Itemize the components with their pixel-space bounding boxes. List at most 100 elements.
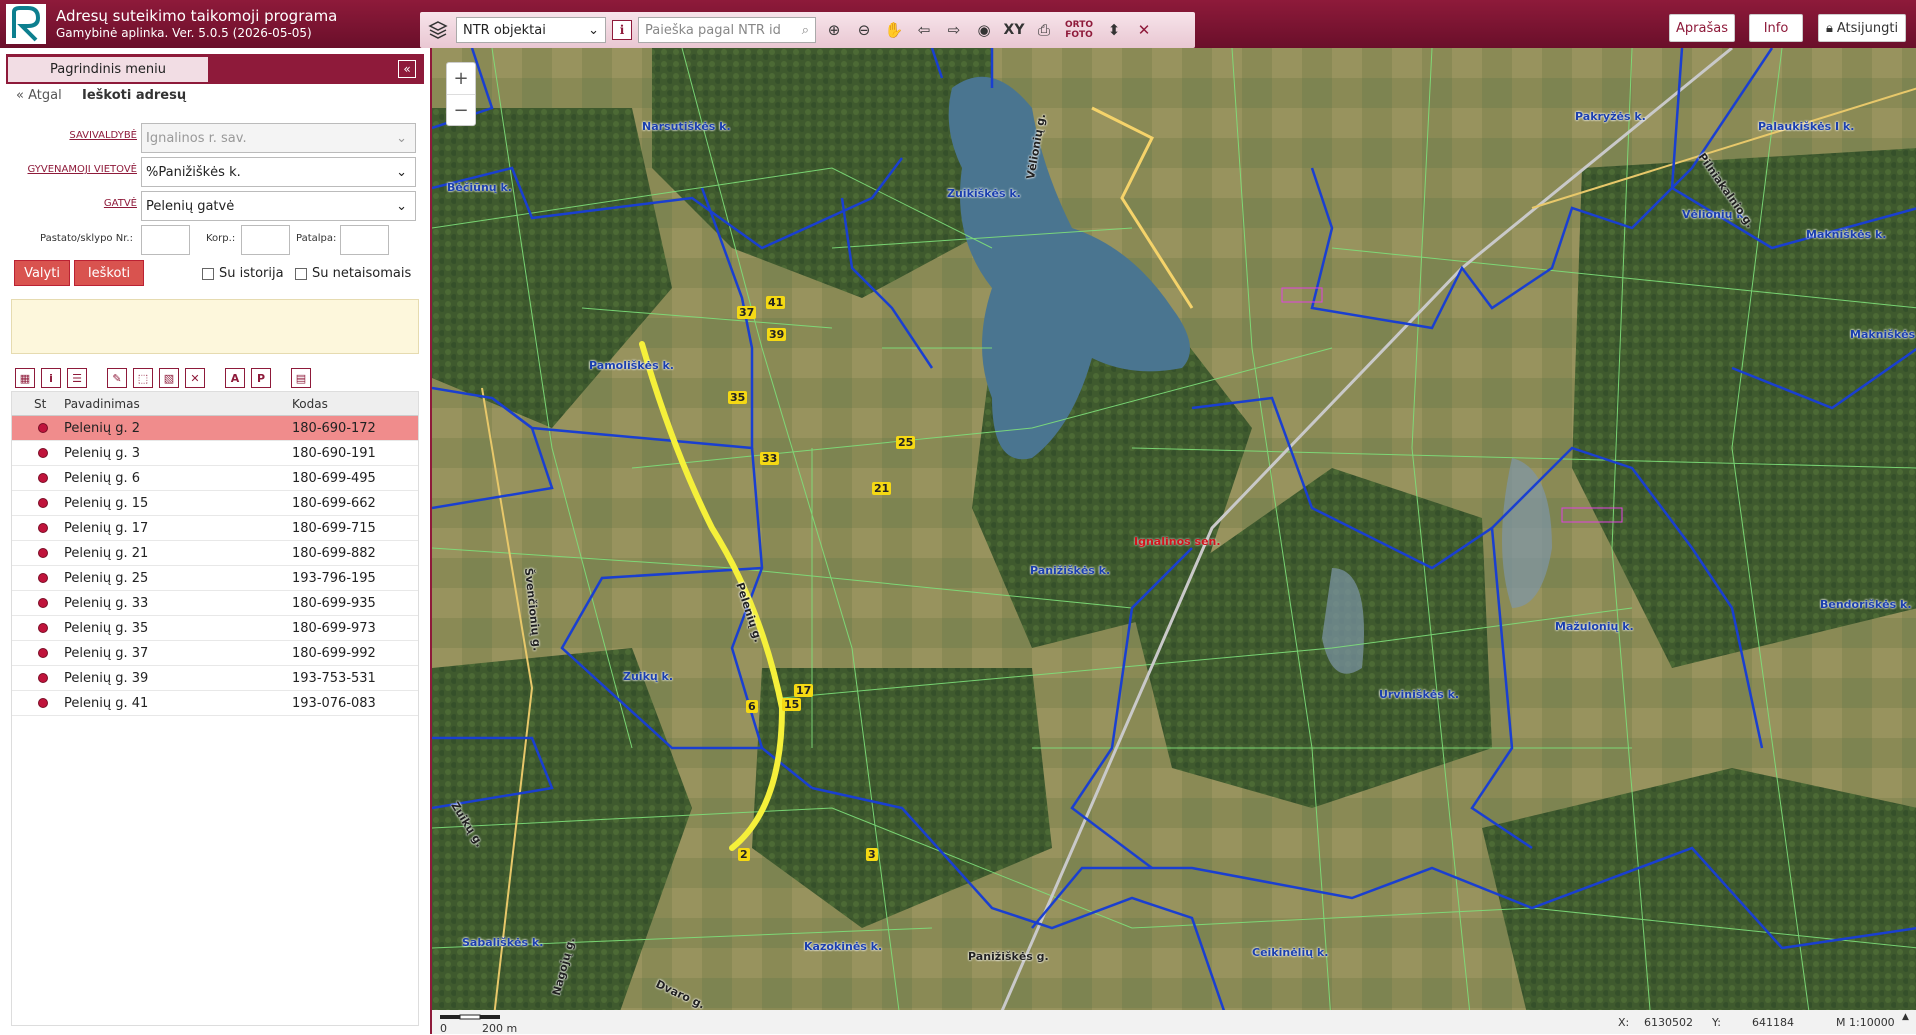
edit-icon[interactable]: ✎: [107, 368, 127, 388]
table-row[interactable]: Pelenių g. 37 180-699-992: [12, 641, 418, 666]
export-table-icon[interactable]: ▤: [291, 368, 311, 388]
house-number[interactable]: 21: [872, 482, 892, 495]
ntr-search-placeholder: Paieška pagal NTR id: [645, 22, 781, 38]
house-number[interactable]: 25: [896, 436, 916, 449]
search-button[interactable]: Ieškoti: [74, 260, 144, 286]
house-number[interactable]: 35: [728, 391, 748, 404]
code-cell: 193-753-531: [292, 670, 376, 686]
zoom-in-icon[interactable]: ⊕: [822, 18, 846, 42]
logout-button[interactable]: 🔒︎ Atsijungti: [1818, 14, 1906, 42]
code-cell: 180-699-973: [292, 620, 376, 636]
house-number[interactable]: 37: [737, 306, 757, 319]
table-row[interactable]: Pelenių g. 33 180-699-935: [12, 591, 418, 616]
status-dot-icon: [38, 448, 48, 458]
layer-select[interactable]: NTR objektai ⌄: [456, 17, 606, 43]
table-row[interactable]: Pelenių g. 6 180-699-495: [12, 466, 418, 491]
list-toolbar: ▦ i ☰ ✎ ⬚ ▧ ✕ A P ▤: [11, 365, 419, 391]
edit-attributes-icon[interactable]: ▧: [159, 368, 179, 388]
name-cell: Pelenių g. 21: [64, 545, 149, 561]
scale-bar-graphic: [440, 1014, 500, 1020]
with-history-label: Su istorija: [219, 266, 284, 281]
menu-bar: Pagrindinis meniu «: [6, 54, 424, 84]
with-history-checkbox[interactable]: Su istorija: [202, 266, 284, 281]
code-cell: 180-699-662: [292, 495, 376, 511]
map-scale[interactable]: M 1:10000: [1836, 1016, 1895, 1029]
forward-arrow-icon[interactable]: ⇨: [942, 18, 966, 42]
print-icon[interactable]: ⎙: [1032, 18, 1056, 42]
savivaldybe-select: Ignalinos r. sav. ⌄: [141, 123, 416, 153]
col-code[interactable]: Kodas: [286, 392, 401, 415]
table-row[interactable]: Pelenių g. 3 180-690-191: [12, 441, 418, 466]
chevron-down-icon: ⌄: [396, 130, 407, 146]
address-p-icon[interactable]: P: [251, 368, 271, 388]
map-view[interactable]: + − Narsutiškės k. Zuikiškės k. Bėčiūnų …: [430, 48, 1916, 1034]
gatve-select[interactable]: Pelenių gatvė ⌄: [141, 191, 416, 221]
gyvenamoji-row: GYVENAMOJI VIETOVĖ %Panižiškės k. ⌄: [0, 155, 430, 187]
col-st[interactable]: St: [12, 392, 54, 415]
close-icon[interactable]: ✕: [1132, 18, 1156, 42]
status-dot-icon: [38, 598, 48, 608]
checkbox-box: [295, 267, 307, 280]
back-arrow-icon[interactable]: ⇦: [912, 18, 936, 42]
table-row[interactable]: Pelenių g. 2 180-690-172: [12, 416, 418, 441]
xy-button[interactable]: XY: [1002, 18, 1026, 42]
house-number[interactable]: 33: [760, 452, 780, 465]
clear-button[interactable]: Valyti: [14, 260, 70, 286]
house-number[interactable]: 17: [794, 684, 814, 697]
back-link[interactable]: « Atgal: [16, 88, 62, 103]
table-row[interactable]: Pelenių g. 35 180-699-973: [12, 616, 418, 641]
house-number[interactable]: 15: [782, 698, 802, 711]
house-number[interactable]: 2: [738, 848, 750, 861]
layers-icon[interactable]: [426, 18, 450, 42]
code-cell: 180-699-882: [292, 545, 376, 561]
details-icon[interactable]: ☰: [67, 368, 87, 388]
house-number[interactable]: 6: [746, 700, 758, 713]
with-unfixable-checkbox[interactable]: Su netaisomais: [295, 266, 411, 281]
edit-geometry-icon[interactable]: ⬚: [133, 368, 153, 388]
address-a-icon[interactable]: A: [225, 368, 245, 388]
patalpa-input[interactable]: [340, 225, 389, 255]
col-name[interactable]: Pavadinimas: [54, 392, 286, 415]
map-zoom-out-button[interactable]: −: [447, 94, 475, 125]
zoom-out-icon[interactable]: ⊖: [852, 18, 876, 42]
table-row[interactable]: Pelenių g. 41 193-076-083: [12, 691, 418, 716]
find-location-icon[interactable]: ◉: [972, 18, 996, 42]
identify-info-icon[interactable]: i: [612, 20, 632, 40]
main-menu-tab[interactable]: Pagrindinis meniu: [8, 57, 208, 82]
name-cell: Pelenių g. 17: [64, 520, 149, 536]
aprasas-button[interactable]: Aprašas: [1669, 14, 1735, 42]
ortho-photo-toggle[interactable]: ORTO FOTO: [1062, 18, 1096, 42]
savivaldybe-label: SAVIVALDYBĖ: [69, 130, 137, 141]
map-view-icon[interactable]: ▦: [15, 368, 35, 388]
house-number[interactable]: 3: [866, 848, 878, 861]
collapse-panel-icon[interactable]: «: [398, 60, 416, 78]
table-row[interactable]: Pelenių g. 21 180-699-882: [12, 541, 418, 566]
app-title: Adresų suteikimo taikomoji programa: [56, 7, 338, 25]
table-row[interactable]: Pelenių g. 25 193-796-195: [12, 566, 418, 591]
y-value: 641184: [1752, 1016, 1794, 1029]
scale-up-icon[interactable]: ▲: [1902, 1012, 1909, 1022]
korp-input[interactable]: [241, 225, 290, 255]
map-zoom-in-button[interactable]: +: [447, 63, 475, 94]
info-icon[interactable]: i: [41, 368, 61, 388]
house-number[interactable]: 41: [766, 296, 786, 309]
north-arrow-icon[interactable]: ⬍: [1102, 18, 1126, 42]
gyvenamoji-select[interactable]: %Panižiškės k. ⌄: [141, 157, 416, 187]
table-row[interactable]: Pelenių g. 39 193-753-531: [12, 666, 418, 691]
savivaldybe-value: Ignalinos r. sav.: [146, 130, 247, 146]
delete-icon[interactable]: ✕: [185, 368, 205, 388]
pastato-input[interactable]: [141, 225, 190, 255]
status-cell: [12, 516, 54, 540]
status-dot-icon: [38, 548, 48, 558]
layer-select-value: NTR objektai: [463, 22, 546, 38]
info-button[interactable]: Info: [1749, 14, 1803, 42]
status-dot-icon: [38, 673, 48, 683]
ntr-search-input[interactable]: Paieška pagal NTR id ⌕: [638, 17, 816, 43]
table-row[interactable]: Pelenių g. 15 180-699-662: [12, 491, 418, 516]
place-label: Narsutiškės k.: [642, 120, 731, 133]
house-number[interactable]: 39: [767, 328, 787, 341]
table-row[interactable]: Pelenių g. 17 180-699-715: [12, 516, 418, 541]
table-body: Pelenių g. 2 180-690-172 Pelenių g. 3 180-6…: [12, 416, 418, 716]
pan-hand-icon[interactable]: ✋: [882, 18, 906, 42]
pastato-label: Pastato/sklypo Nr.:: [40, 233, 133, 244]
